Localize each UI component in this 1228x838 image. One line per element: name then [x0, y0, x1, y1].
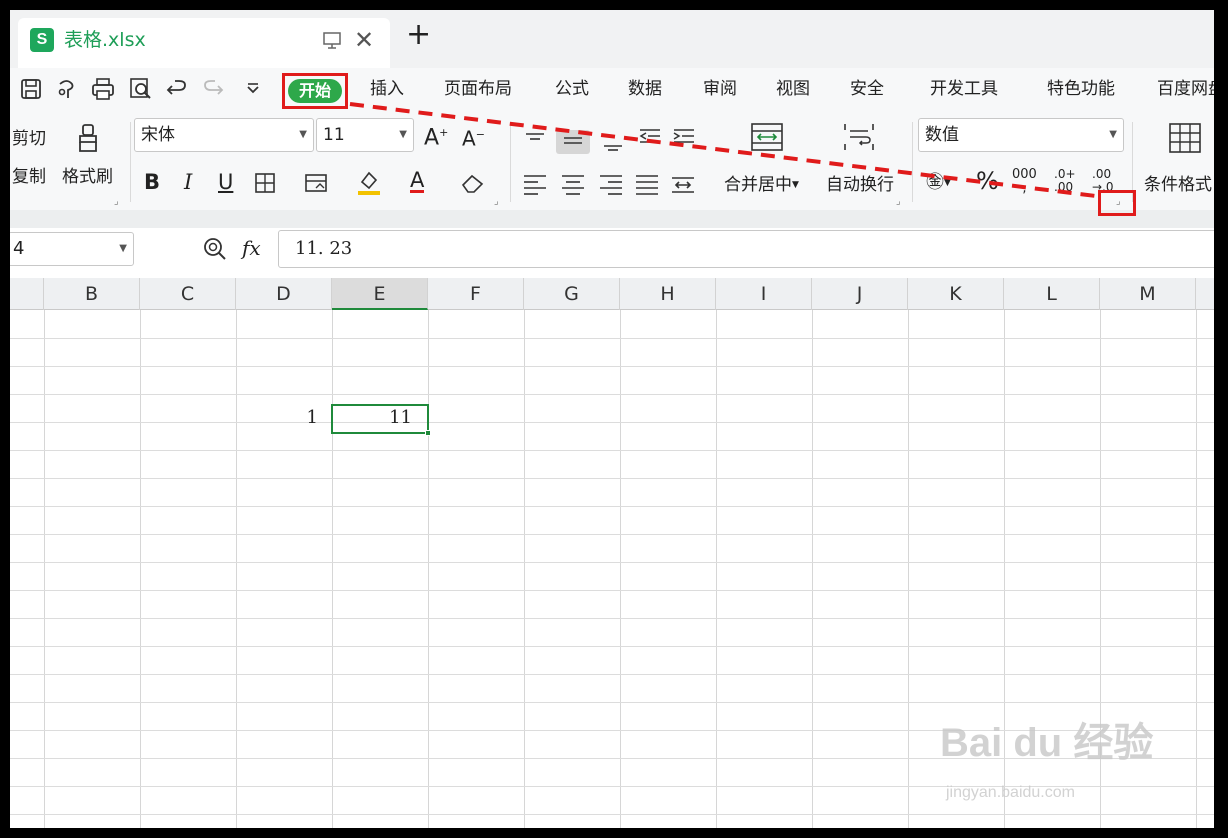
red-dashed-arrow-annotation [349, 102, 1097, 198]
watermark-logo: Bai du 经验 [940, 721, 1154, 765]
spreadsheet-window: S 表格.xlsx ✕ + 开始 插入 页面布局 公式 数据 审阅 视图 安全 … [10, 10, 1214, 828]
highlight-launcher-box [1098, 190, 1136, 216]
watermark-site: jingyan.baidu.com [946, 784, 1075, 801]
